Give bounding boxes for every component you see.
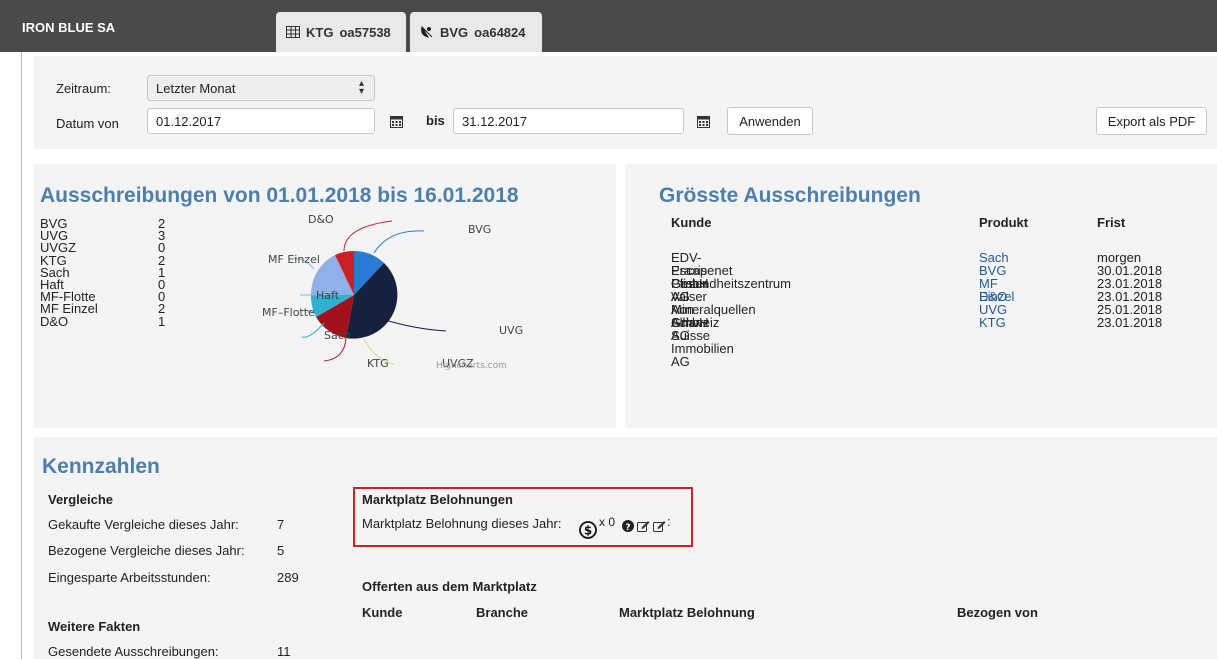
col-header-produkt: Produkt (979, 215, 1029, 230)
table-icon (286, 26, 300, 38)
col-header-frist: Frist (1097, 215, 1126, 230)
stat-label: Eingesparte Arbeitsstunden: (48, 570, 211, 585)
select-arrows-icon: ▴ ▾ (358, 78, 364, 97)
col-header-marktplatz-belohnung: Marktplatz Belohnung (619, 605, 755, 620)
tender-counts-list: BVG 2 UVG 3 UVGZ 0 KTG 2 Sach 1 Haft 0 MF-Flot… (40, 217, 166, 329)
bis-label: bis (426, 113, 445, 128)
pie-label-ktg: KTG (367, 357, 389, 370)
date-from-value: 01.12.2017 (156, 113, 222, 129)
table-row: Allianz Suisse Immobilien AG (671, 315, 734, 369)
stat-value: 289 (277, 570, 299, 585)
weitere-title: Weitere Fakten (48, 619, 141, 634)
largest-tenders-panel: Grösste Ausschreibungen Kunde Produkt Fr… (625, 164, 1217, 428)
stat-value: 7 (277, 517, 285, 532)
date-to-input[interactable]: 31.12.2017 (453, 108, 684, 134)
calendar-from-icon[interactable] (381, 108, 411, 134)
calendar-to-icon[interactable] (688, 108, 718, 134)
kennzahlen-panel: Kennzahlen Vergleiche Gekaufte Vergleich… (34, 437, 1217, 659)
satellite-dish-icon (420, 25, 434, 39)
period-select-value: Letzter Monat (156, 80, 236, 96)
tab-bvg[interactable]: BVG oa64824 (410, 12, 542, 52)
offerten-title: Offerten aus dem Marktplatz (362, 579, 537, 594)
tab-ktg[interactable]: KTG oa57538 (276, 12, 406, 52)
deadline: 23.01.2018 (1097, 315, 1163, 330)
date-from-label: Datum von (56, 116, 119, 131)
vergleiche-title: Vergleiche (48, 492, 114, 507)
pie-label-haft: Haft (316, 289, 340, 302)
pie-label-bvg: BVG (468, 223, 491, 236)
tenders-title: Ausschreibungen von 01.01.2018 bis 16.01… (40, 184, 519, 207)
stat-value: 5 (277, 543, 285, 558)
tab-ktg-label: KTG (306, 24, 334, 40)
kennzahlen-title: Kennzahlen (42, 455, 160, 478)
company-name: IRON BLUE SA (22, 20, 116, 35)
date-from-input[interactable]: 01.12.2017 (147, 108, 375, 134)
export-pdf-button[interactable]: Export als PDF (1096, 107, 1207, 135)
col-header-bezogen-von: Bezogen von (957, 605, 1038, 620)
col-header-kunde: Kunde (362, 605, 403, 620)
largest-tenders-title: Grösste Ausschreibungen (659, 184, 921, 207)
product-link[interactable]: KTG (979, 316, 1006, 329)
pie-label-sach: Sach (324, 329, 351, 342)
highlight-box (353, 487, 693, 547)
col-header-kunde: Kunde (671, 215, 712, 230)
date-to-value: 31.12.2017 (462, 113, 528, 129)
stat-value: 11 (277, 644, 291, 659)
tab-ktg-code: oa57538 (339, 24, 391, 40)
list-item: D&O 1 (40, 313, 166, 329)
tenders-pie-chart: D&O BVG MF Einzel Haft MF–Flotte Sach UV… (262, 213, 523, 371)
tab-bvg-code: oa64824 (474, 24, 526, 40)
filter-panel (34, 56, 1217, 149)
left-border (21, 52, 22, 659)
col-header-branche: Branche (476, 605, 529, 620)
stat-label: Bezogene Vergleiche dieses Jahr: (48, 543, 245, 558)
stat-label: Gesendete Ausschreibungen: (48, 644, 219, 659)
pie-label-do: D&O (308, 213, 334, 226)
tenders-panel: Ausschreibungen von 01.01.2018 bis 16.01… (34, 164, 616, 428)
chart-credit[interactable]: Highcharts.com (436, 361, 507, 371)
pie-label-mf-flotte: MF–Flotte (262, 306, 315, 319)
pie-label-uvg: UVG (499, 324, 523, 337)
period-label: Zeitraum: (56, 81, 111, 96)
apply-button[interactable]: Anwenden (727, 107, 813, 135)
stat-label: Gekaufte Vergleiche dieses Jahr: (48, 517, 239, 532)
top-bar: IRON BLUE SA KTG oa57538 BVG oa64824 (0, 0, 1217, 52)
period-select[interactable]: Letzter Monat ▴ ▾ (147, 75, 375, 101)
pie-label-mf-einzel: MF Einzel (268, 253, 320, 266)
tab-bvg-label: BVG (440, 24, 469, 40)
